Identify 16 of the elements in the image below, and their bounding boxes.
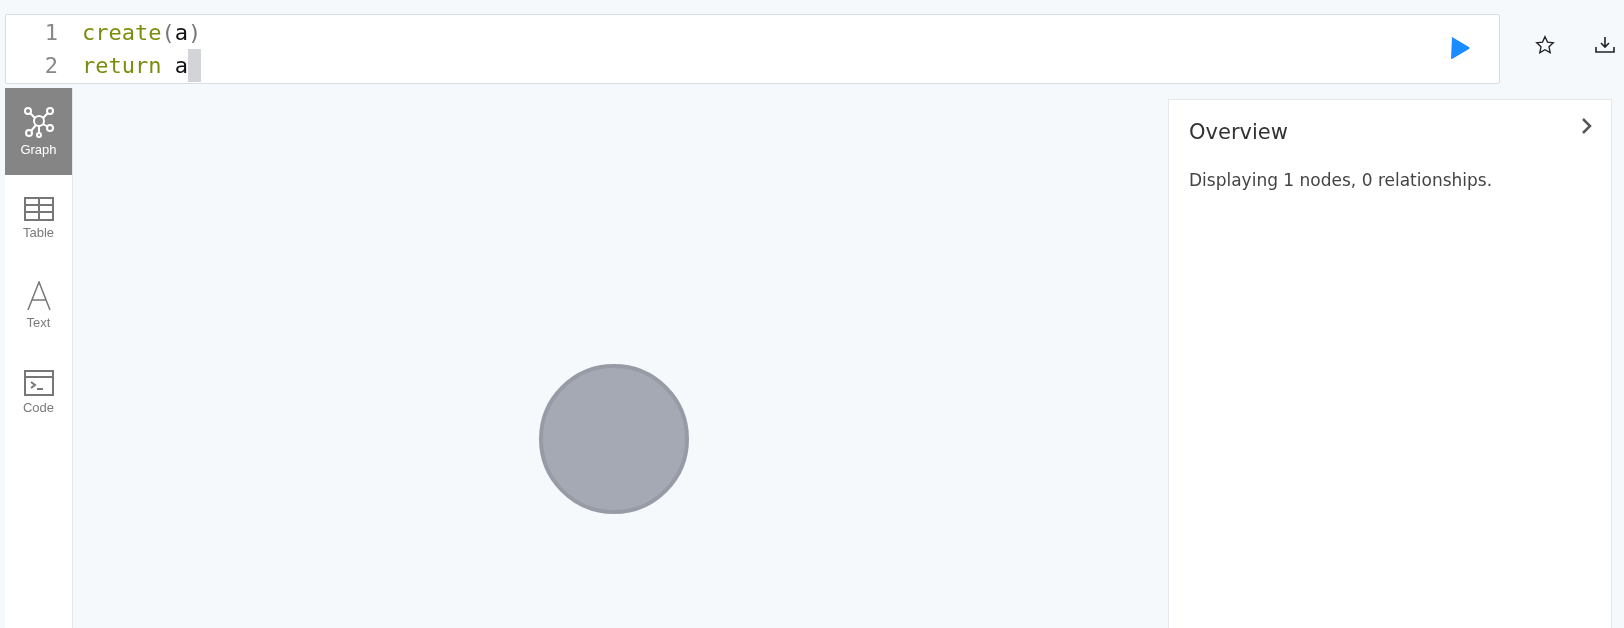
- code-line: return a: [82, 49, 201, 82]
- download-icon: [1595, 36, 1615, 54]
- chevron-icon: [1581, 116, 1593, 135]
- table-icon: [23, 197, 54, 221]
- line-number: 1: [43, 20, 59, 45]
- code-line: create(a): [82, 20, 202, 45]
- panel-title: Overview: [1189, 120, 1288, 144]
- query-editor[interactable]: 1 create(a) 2 return a: [5, 14, 1500, 84]
- line-number: 2: [43, 53, 59, 78]
- letter-icon: [25, 281, 52, 311]
- play-icon: [1450, 36, 1470, 60]
- star-icon: [1535, 35, 1555, 55]
- view-tab[interactable]: Graph: [5, 88, 72, 175]
- graph-icon: [22, 106, 55, 138]
- overview-summary: Displaying 1 nodes, 0 relationships.: [1189, 170, 1494, 190]
- terminal-icon: [23, 370, 54, 396]
